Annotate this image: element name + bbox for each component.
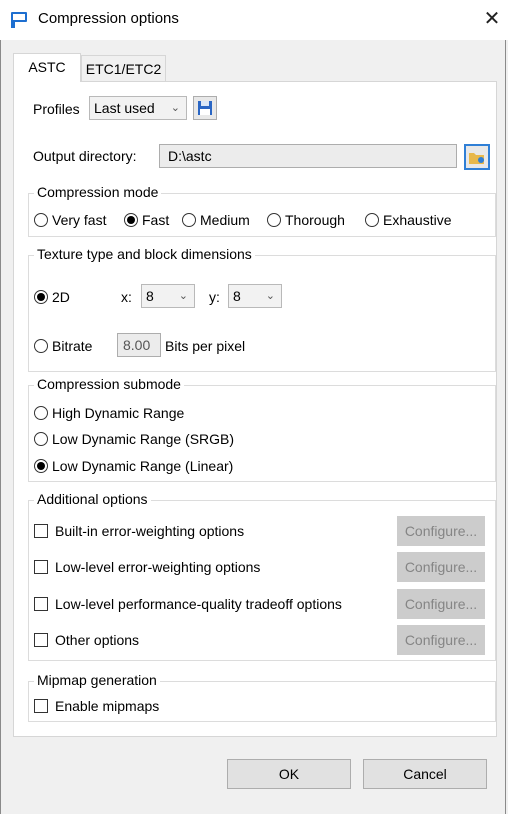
configure-builtin-button[interactable]: Configure... (397, 516, 485, 546)
floppy-disk-icon (198, 101, 212, 115)
save-profile-button[interactable] (193, 96, 217, 120)
block-y-select[interactable]: 8 ⌄ (228, 284, 282, 308)
profiles-select[interactable]: Last used ⌄ (89, 96, 187, 120)
radio-label-ldr-srgb: Low Dynamic Range (SRGB) (52, 431, 235, 447)
output-directory-field[interactable]: D:\astc (159, 144, 457, 168)
radio-bitrate[interactable] (34, 339, 48, 353)
browse-folder-button[interactable] (464, 144, 490, 170)
chevron-down-icon: ⌄ (178, 290, 188, 302)
radio-label-bitrate: Bitrate (52, 338, 93, 354)
close-button[interactable]: ✕ (478, 5, 506, 33)
y-label: y: (209, 289, 220, 305)
title-bar: Compression options ✕ (0, 0, 508, 40)
chevron-down-icon: ⌄ (170, 102, 180, 114)
configure-other-button[interactable]: Configure... (397, 625, 485, 655)
texture-type-title: Texture type and block dimensions (34, 246, 255, 262)
radio-label-thorough: Thorough (285, 212, 345, 228)
mipmap-title: Mipmap generation (34, 672, 160, 688)
radio-very-fast[interactable] (34, 213, 48, 227)
texture-type-group (28, 255, 496, 372)
radio-fast[interactable] (124, 213, 138, 227)
radio-label-ldr-linear: Low Dynamic Range (Linear) (52, 458, 234, 474)
checkbox-label-lowlevel-error-weighting: Low-level error-weighting options (55, 559, 261, 575)
profiles-label: Profiles (33, 101, 80, 117)
window-title: Compression options (38, 10, 179, 27)
radio-ldr-linear[interactable] (34, 459, 48, 473)
profiles-value: Last used (94, 100, 155, 116)
block-y-value: 8 (233, 288, 241, 304)
checkbox-other-options[interactable] (34, 633, 48, 647)
block-x-select[interactable]: 8 ⌄ (141, 284, 195, 308)
radio-label-hdr: High Dynamic Range (52, 405, 185, 421)
radio-2d[interactable] (34, 290, 48, 304)
checkbox-performance-quality[interactable] (34, 597, 48, 611)
output-directory-label: Output directory: (33, 148, 137, 164)
radio-hdr[interactable] (34, 406, 48, 420)
radio-label-2d: 2D (52, 289, 70, 305)
compression-submode-title: Compression submode (34, 376, 184, 392)
additional-options-title: Additional options (34, 491, 151, 507)
chevron-down-icon: ⌄ (265, 290, 275, 302)
ok-button[interactable]: OK (227, 759, 351, 789)
radio-label-very-fast: Very fast (52, 212, 107, 228)
folder-icon (469, 153, 484, 164)
checkbox-builtin-error-weighting[interactable] (34, 524, 48, 538)
cancel-button[interactable]: Cancel (363, 759, 487, 789)
compression-mode-title: Compression mode (34, 184, 162, 200)
radio-ldr-srgb[interactable] (34, 432, 48, 446)
configure-performance-button[interactable]: Configure... (397, 589, 485, 619)
radio-thorough[interactable] (267, 213, 281, 227)
bitrate-field[interactable]: 8.00 (117, 333, 161, 357)
radio-label-medium: Medium (200, 212, 250, 228)
compression-mode-options: Very fast Fast Medium Thorough Exhaustiv… (34, 212, 494, 230)
checkbox-label-builtin-error-weighting: Built-in error-weighting options (55, 523, 245, 539)
configure-lowlevel-error-button[interactable]: Configure... (397, 552, 485, 582)
radio-label-exhaustive: Exhaustive (383, 212, 452, 228)
tab-astc[interactable]: ASTC (13, 53, 81, 82)
checkbox-label-performance-quality: Low-level performance-quality tradeoff o… (55, 596, 342, 612)
tab-etc[interactable]: ETC1/ETC2 (81, 55, 166, 81)
x-label: x: (121, 289, 132, 305)
checkbox-label-enable-mipmaps: Enable mipmaps (55, 698, 160, 714)
radio-exhaustive[interactable] (365, 213, 379, 227)
checkbox-label-other-options: Other options (55, 632, 140, 648)
block-x-value: 8 (146, 288, 154, 304)
radio-label-fast: Fast (142, 212, 170, 228)
checkbox-enable-mipmaps[interactable] (34, 699, 48, 713)
checkbox-lowlevel-error-weighting[interactable] (34, 560, 48, 574)
bitrate-unit-label: Bits per pixel (165, 338, 246, 354)
radio-medium[interactable] (182, 213, 196, 227)
app-icon (11, 12, 27, 28)
